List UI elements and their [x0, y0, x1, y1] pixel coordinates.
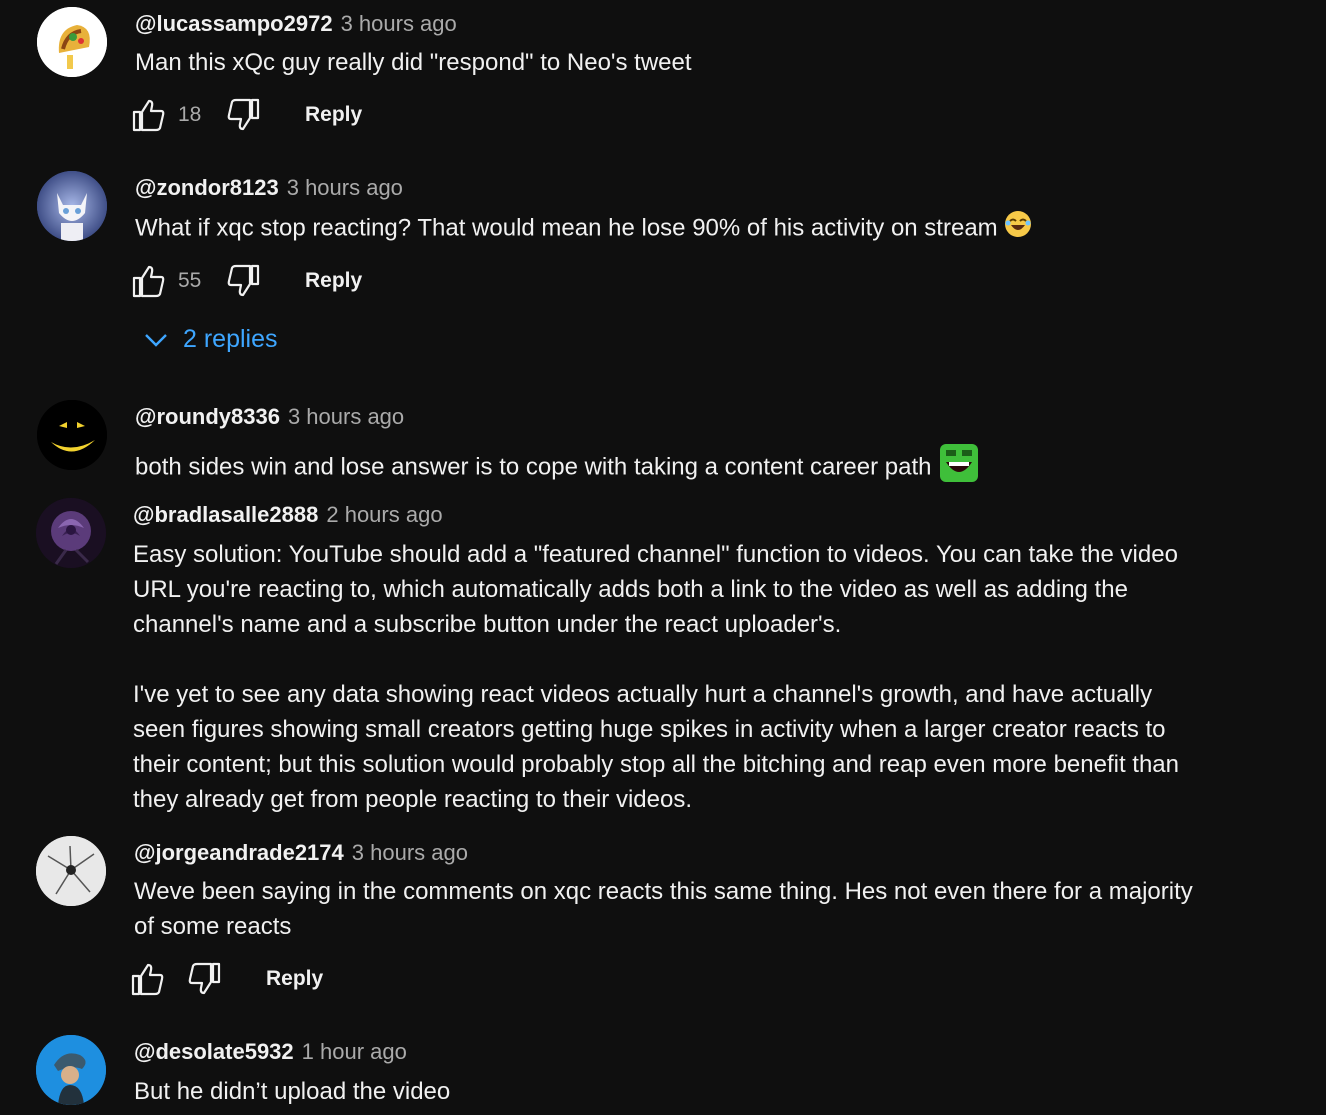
portrait-avatar-icon: [36, 1035, 106, 1105]
avatar[interactable]: [37, 7, 107, 77]
replies-count-label: 2 replies: [183, 325, 278, 353]
avatar[interactable]: [36, 498, 106, 568]
dislike-button[interactable]: [187, 962, 221, 996]
comment-author[interactable]: @lucassampo2972: [135, 11, 333, 36]
avatar[interactable]: [36, 836, 106, 906]
avatar[interactable]: [37, 171, 107, 241]
comment-text-body: both sides win and lose answer is to cop…: [135, 453, 932, 481]
chevron-down-icon: [145, 334, 167, 348]
rose-avatar-icon: [36, 498, 106, 568]
laughing-green-emote-icon: [938, 442, 980, 494]
avatar[interactable]: [37, 400, 107, 470]
thumbs-down-icon: [188, 962, 221, 995]
show-replies-button[interactable]: 2 replies: [143, 325, 278, 354]
sketch-avatar-icon: [36, 836, 106, 906]
comment-text: both sides win and lose answer is to cop…: [135, 442, 1215, 494]
comment-header: @bradlasalle2888 2 hours ago: [133, 502, 443, 528]
comment-timestamp[interactable]: 1 hour ago: [302, 1039, 407, 1064]
comment-timestamp[interactable]: 3 hours ago: [341, 11, 457, 36]
like-button[interactable]: [132, 264, 166, 298]
like-count: 55: [178, 269, 202, 292]
dislike-button[interactable]: [226, 98, 260, 132]
comment-header: @jorgeandrade2174 3 hours ago: [134, 840, 468, 866]
comment-text: Weve been saying in the comments on xqc …: [134, 878, 1193, 940]
comment-text: Easy solution: YouTube should add a "fea…: [133, 541, 1180, 813]
comment-author[interactable]: @bradlasalle2888: [133, 502, 318, 527]
smiley-avatar-icon: [37, 400, 107, 470]
comment-text: What if xqc stop reacting? That would me…: [135, 210, 1215, 248]
comment-author[interactable]: @desolate5932: [134, 1039, 294, 1064]
comment-author[interactable]: @zondor8123: [135, 175, 279, 200]
thumbs-up-icon: [132, 265, 165, 298]
thumbs-up-icon: [132, 99, 165, 132]
comment-header: @lucassampo2972 3 hours ago: [135, 11, 457, 37]
avatar[interactable]: [36, 1035, 106, 1105]
reply-button[interactable]: Reply: [305, 269, 362, 293]
thumbs-down-icon: [227, 98, 260, 131]
comment-timestamp[interactable]: 3 hours ago: [287, 175, 403, 200]
comment-header: @desolate5932 1 hour ago: [134, 1039, 407, 1065]
comment-text: But he didn’t upload the video: [134, 1078, 451, 1105]
comment-timestamp[interactable]: 2 hours ago: [326, 502, 442, 527]
comment-author[interactable]: @jorgeandrade2174: [134, 840, 344, 865]
laughing-emoji-icon: [1004, 210, 1032, 248]
comment-actions: Reply: [131, 962, 391, 1002]
comment-text: Man this xQc guy really did "respond" to…: [135, 49, 692, 76]
thumbs-up-icon: [131, 963, 164, 996]
comment-text-body: What if xqc stop reacting? That would me…: [135, 214, 998, 242]
like-button[interactable]: [131, 962, 165, 996]
comment-timestamp[interactable]: 3 hours ago: [352, 840, 468, 865]
dislike-button[interactable]: [226, 264, 260, 298]
taco-avatar-icon: [37, 7, 107, 77]
like-button[interactable]: [132, 98, 166, 132]
reply-button[interactable]: Reply: [305, 103, 362, 127]
comment-actions: 55 Reply: [132, 264, 432, 304]
like-count: 18: [178, 103, 202, 126]
reply-button[interactable]: Reply: [266, 967, 323, 991]
comment-timestamp[interactable]: 3 hours ago: [288, 404, 404, 429]
comment-header: @roundy8336 3 hours ago: [135, 404, 404, 430]
comment-author[interactable]: @roundy8336: [135, 404, 280, 429]
comment-header: @zondor8123 3 hours ago: [135, 175, 403, 201]
thumbs-down-icon: [227, 264, 260, 297]
cat-avatar-icon: [37, 171, 107, 241]
comment-actions: 18 Reply: [132, 98, 432, 138]
